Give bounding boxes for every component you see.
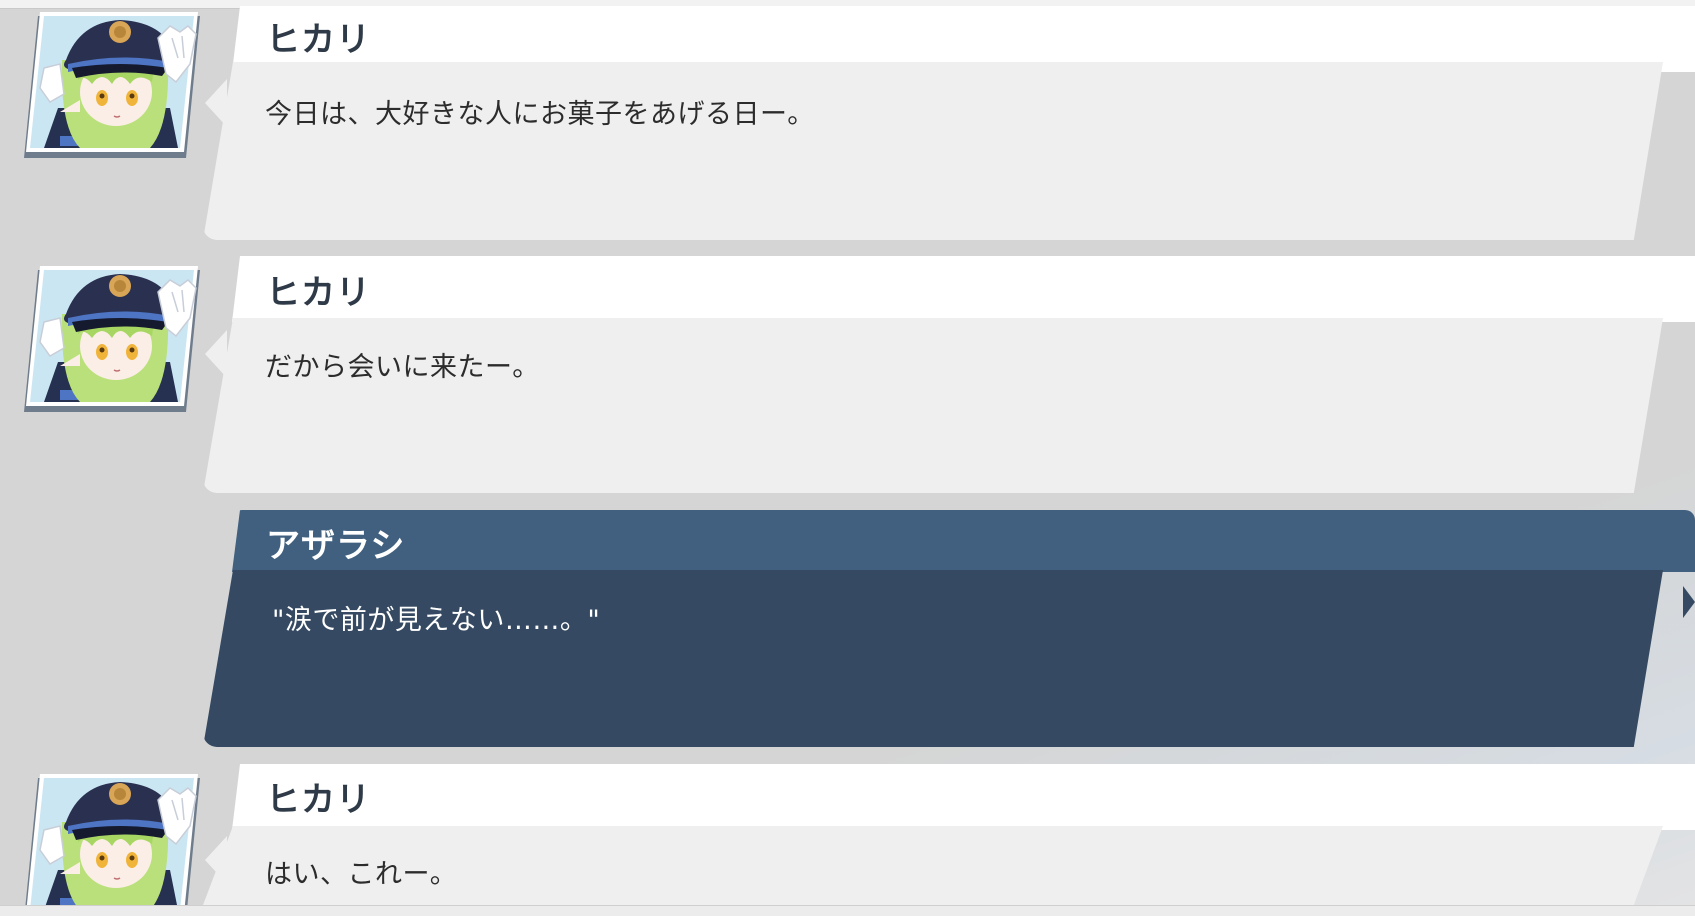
speaker-name: アザラシ	[266, 526, 406, 566]
message-text: はい、これー。	[265, 859, 458, 890]
bubble-tail-icon	[205, 836, 227, 884]
speaker-name: ヒカリ	[266, 273, 371, 313]
speaker-name-bar	[232, 510, 1695, 572]
message-text: "涙で前が見えない……。"	[272, 605, 601, 636]
avatar	[20, 8, 200, 160]
bubble-tail-icon	[1683, 586, 1695, 618]
message-text: 今日は、大好きな人にお菓子をあげる日ー。	[265, 99, 815, 130]
message-bubble	[203, 570, 1663, 747]
bottom-edge	[0, 905, 1695, 916]
bubble-tail-icon	[205, 79, 227, 127]
avatar	[20, 770, 200, 905]
message-text: だから会いに来たー。	[265, 352, 540, 383]
avatar	[20, 262, 200, 414]
speaker-name: ヒカリ	[266, 20, 371, 60]
speaker-name-bar	[232, 256, 1695, 322]
message-bubble	[203, 62, 1663, 240]
speaker-name-bar	[232, 764, 1695, 830]
bubble-tail-icon	[205, 330, 227, 378]
speaker-name: ヒカリ	[266, 780, 371, 820]
